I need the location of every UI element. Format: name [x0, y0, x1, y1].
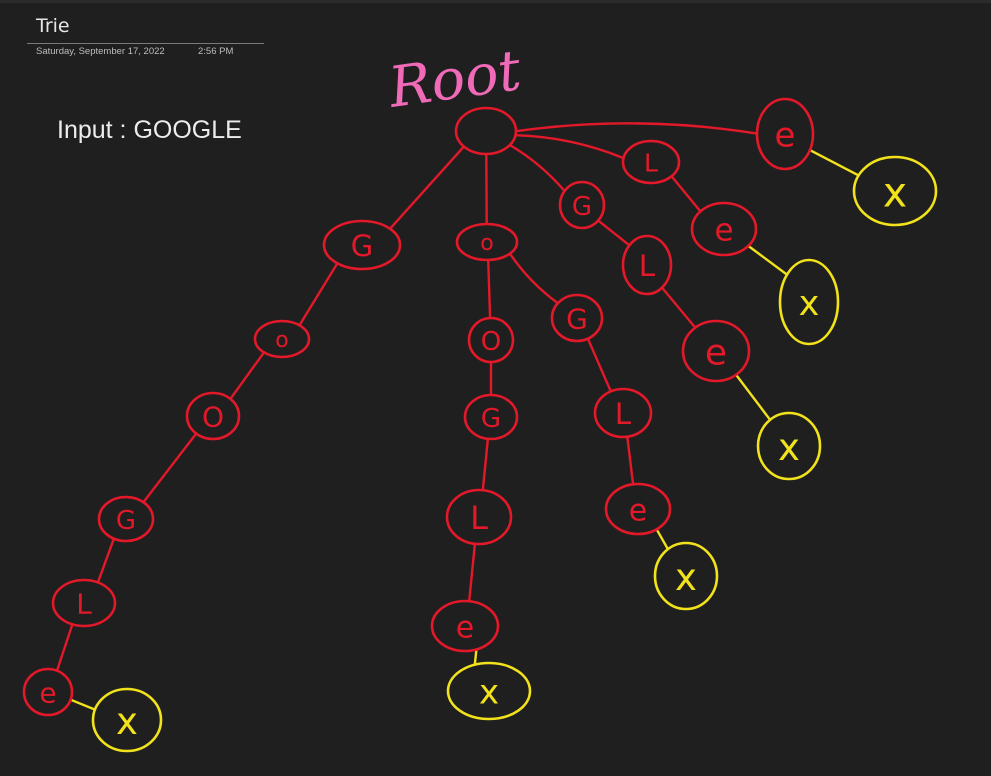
node-label: G	[572, 192, 592, 222]
node-label: e	[456, 610, 474, 645]
trie-edge-b2_e-b2_x	[473, 648, 478, 666]
trie-node-b2_o2: O	[467, 316, 515, 364]
node-label: G	[481, 404, 501, 434]
trie-node-b3_e: e	[604, 482, 672, 536]
trie-node-b1_l: L	[51, 578, 117, 628]
node-label: G	[116, 506, 136, 536]
trie-end-node: x	[653, 541, 719, 611]
trie-nodes: GoOGLexoOGLexGLexGLexLexex	[22, 97, 938, 753]
trie-edge-root-b4_g	[508, 143, 566, 193]
trie-edge-b1_g-b1_o1	[298, 262, 339, 327]
trie-edge-b1_g2-b1_l	[96, 537, 116, 584]
trie-node-b1_o1: o	[253, 319, 311, 359]
node-label: e	[714, 213, 733, 249]
trie-edge-b2_g-b2_l	[481, 437, 490, 492]
trie-node-b2_g: G	[463, 393, 519, 441]
node-label: O	[202, 400, 224, 433]
node-label: L	[644, 148, 658, 177]
node-label: x	[778, 426, 800, 469]
trie-edge-b4_g-b4_l	[597, 219, 631, 247]
trie-edge-b6_e-b6_x	[808, 148, 860, 177]
node-label: o	[480, 231, 493, 256]
trie-node-b2_e: e	[430, 599, 500, 653]
node-label: e	[705, 333, 727, 374]
trie-end-node: x	[756, 411, 822, 481]
trie-edge-root-b1_g	[388, 145, 466, 230]
trie-edge-b1_l-b1_e	[55, 623, 74, 672]
node-label: L	[76, 587, 92, 620]
trie-edge-b3_g-b3_l	[586, 337, 612, 393]
trie-edge-b4_l-b4_e	[660, 286, 697, 329]
trie-edge-root-b5_l	[514, 134, 625, 160]
node-label: x	[116, 700, 138, 743]
trie-node-b4_e: e	[681, 319, 751, 383]
trie-node-b6_e: e	[755, 97, 815, 171]
node-label: x	[799, 284, 820, 324]
trie-edge-b5_l-b5_e	[670, 175, 702, 213]
node-circle	[454, 106, 518, 156]
trie-node-b2_l: L	[445, 488, 513, 546]
trie-node-b4_g: G	[558, 180, 606, 230]
trie-diagram-canvas: GoOGLexoOGLexGLexGLexLexex Root	[22, 38, 938, 753]
trie-end-node: x	[852, 155, 938, 227]
node-label: o	[275, 328, 288, 353]
node-label: x	[479, 673, 499, 713]
trie-node-b1_e: e	[22, 667, 74, 717]
trie-node-b1_o2: O	[185, 391, 241, 441]
node-label: x	[675, 556, 697, 599]
trie-end-node: x	[91, 687, 163, 753]
node-label: e	[775, 116, 796, 156]
trie-node-b1_g2: G	[97, 495, 155, 543]
trie-edge-b1_o2-b1_g2	[142, 432, 198, 504]
trie-root-node	[454, 106, 518, 156]
node-label: L	[639, 249, 655, 283]
trie-node-b1_g: G	[322, 219, 402, 271]
node-label: L	[470, 499, 488, 537]
trie-node-b5_e: e	[690, 201, 758, 257]
trie-edge-b3_l-b3_e	[626, 435, 635, 486]
node-label: x	[883, 168, 907, 216]
trie-node-b3_g: G	[550, 293, 604, 343]
trie-edge-b1_e-b1_x	[69, 698, 97, 711]
trie-node-b3_l: L	[593, 387, 653, 439]
trie-edge-b2_o-b2_o2	[487, 258, 492, 320]
trie-node-b5_l: L	[621, 139, 681, 185]
trie-edge-b3_e-b3_x	[655, 528, 670, 551]
node-label: e	[629, 493, 647, 528]
trie-edge-b2_o-b3_g	[508, 252, 560, 305]
trie-edge-b2_l-b2_e	[468, 542, 477, 603]
trie-edge-b1_o1-b1_o2	[229, 351, 266, 401]
node-label: G	[351, 229, 373, 263]
root-label: Root	[384, 38, 525, 121]
node-label: O	[481, 327, 501, 357]
trie-edge-root-b6_e	[514, 122, 759, 135]
node-label: G	[566, 302, 588, 335]
node-label: e	[39, 676, 56, 709]
trie-edge-b4_e-b4_x	[734, 373, 772, 421]
trie-edge-b5_e-b5_x	[747, 244, 789, 276]
trie-end-node: x	[778, 258, 840, 346]
node-label: L	[615, 397, 631, 431]
trie-end-node: x	[446, 661, 532, 721]
trie-node-b2_o: o	[455, 222, 519, 262]
trie-node-b4_l: L	[621, 234, 673, 296]
